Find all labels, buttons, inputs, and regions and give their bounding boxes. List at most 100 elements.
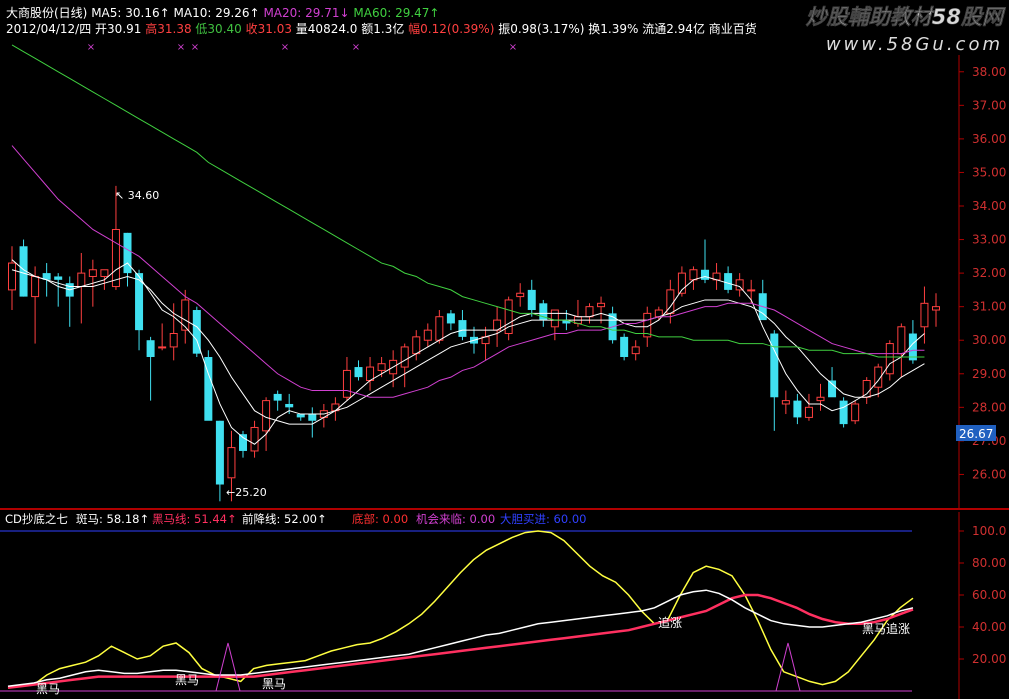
candle-body [8, 262, 16, 291]
candle-body [735, 279, 744, 291]
legend-bottom: 底部: 0.00 [352, 512, 408, 526]
candle-body [54, 276, 63, 280]
candle-body [747, 289, 756, 292]
candle-body [631, 346, 640, 355]
candle-body [158, 346, 167, 349]
candle-body [828, 380, 837, 398]
signal-mark: × [87, 42, 95, 53]
candle-body [366, 366, 375, 381]
chase-label: 追涨 [658, 615, 682, 630]
blackhorse-chase-label: 黑马追涨 [862, 621, 910, 636]
candle [839, 397, 848, 428]
candle-body [100, 269, 109, 277]
candle-body [770, 333, 779, 398]
header-high: 高31.38 [145, 21, 191, 36]
header-amount: 额1.3亿 [361, 21, 404, 36]
candle-body [273, 393, 282, 401]
candle-body [516, 292, 525, 298]
signal-mark: × [352, 42, 360, 53]
signal-mark: × [191, 42, 199, 53]
header-line1: 大商股份(日线) MA5: 30.16↑ MA10: 29.26↑ MA20: … [6, 5, 439, 20]
candle-body [77, 272, 86, 288]
candle-body [550, 309, 559, 328]
signal-mark: × [281, 42, 289, 53]
stock-chart-screen: 大商股份(日线) MA5: 30.16↑ MA10: 29.26↑ MA20: … [0, 0, 1009, 699]
price-tick-label: 33.00 [972, 233, 1006, 247]
candle-body [862, 379, 871, 398]
header-change: 幅0.12(0.39%) [408, 21, 494, 36]
legend-zebra: 斑马: 58.18↑ [76, 512, 149, 526]
legend-title: CD抄底之七 [5, 512, 68, 526]
candle-body [701, 269, 709, 280]
price-tick-label: 35.00 [972, 165, 1006, 179]
header-turnover: 换1.39% [588, 22, 638, 36]
candle-body [781, 400, 790, 405]
price-tick-label: 37.00 [972, 98, 1006, 112]
candle-body [585, 306, 594, 318]
header-float: 流通2.94亿 [642, 21, 705, 36]
candle-body [458, 320, 467, 337]
candle-body [839, 400, 848, 425]
candle-body [285, 403, 294, 408]
candle-body [146, 340, 155, 357]
indicator-tick-label: 80.00 [972, 556, 1006, 570]
header-open: 开30.91 [95, 22, 141, 36]
blackhorse-label: 黑马 [175, 673, 199, 687]
price-tick-label: 34.00 [972, 199, 1006, 213]
price-tick-label: 28.00 [972, 400, 1006, 414]
candle-body [377, 363, 386, 371]
candle-body [620, 336, 629, 357]
legend-blackhorse: 黑马线: 51.44↑ [152, 512, 237, 526]
candle-body [215, 420, 224, 485]
price-tick-label: 38.00 [972, 65, 1006, 79]
header-sector: 商业百货 [709, 21, 757, 36]
candle-body [342, 369, 351, 398]
ma60-value: MA60: 29.47↑ [353, 6, 439, 20]
high-annotation: ↖ 34.60 [115, 189, 159, 202]
indicator-tick-label: 100.0 [972, 524, 1006, 538]
header-low: 低30.40 [195, 22, 241, 36]
price-tick-label: 30.00 [972, 333, 1006, 347]
candle [204, 350, 213, 421]
legend-opportunity: 机会来临: 0.00 [416, 512, 495, 526]
candle [620, 333, 629, 361]
header-amplitude: 振0.98(3.17%) [498, 22, 584, 36]
candle-body [423, 329, 432, 341]
candle [504, 296, 513, 341]
blackhorse-label: 黑马 [262, 677, 286, 691]
signal-mark: × [177, 42, 185, 53]
legend-prevdecline: 前降线: 52.00↑ [242, 512, 327, 526]
candle-body [897, 326, 906, 355]
candle-body [435, 316, 444, 341]
candle-body [597, 302, 606, 308]
candle-body [239, 434, 247, 451]
watermark-url: www.58Gu.com [826, 34, 1003, 55]
candle-body [920, 302, 929, 328]
indicator-tick-label: 60.00 [972, 588, 1006, 602]
legend-boldbuy: 大胆买进: 60.00 [500, 512, 586, 526]
candle-body [169, 333, 178, 348]
candle-body [412, 336, 421, 355]
candle-body [296, 414, 305, 418]
ma5-value: MA5: 30.16↑ [91, 6, 169, 20]
price-tick-label: 32.00 [972, 266, 1006, 280]
candle-body [689, 269, 698, 281]
candle-body [793, 400, 802, 418]
candle-body [885, 343, 894, 375]
candle-body [724, 273, 733, 290]
header-line2: 2012/04/12/四 开30.91 高31.38 低30.40 收31.03… [6, 21, 757, 36]
header-volume: 量40824.0 [296, 22, 358, 36]
ma10-value: MA10: 29.26↑ [174, 6, 260, 20]
candle-body [250, 426, 259, 452]
candle-body [804, 406, 813, 418]
candle-body [308, 414, 317, 421]
price-tick-label: 31.00 [972, 300, 1006, 314]
low-annotation: ←25.20 [226, 486, 267, 499]
candle-body [227, 447, 236, 479]
header-date: 2012/04/12/四 [6, 22, 91, 36]
candle-body [31, 275, 40, 298]
candle-body [851, 403, 860, 422]
price-tick-label: 29.00 [972, 367, 1006, 381]
watermark-title: 炒股輔助教材58股网 [806, 5, 1006, 29]
header-close: 收31.03 [246, 22, 292, 36]
